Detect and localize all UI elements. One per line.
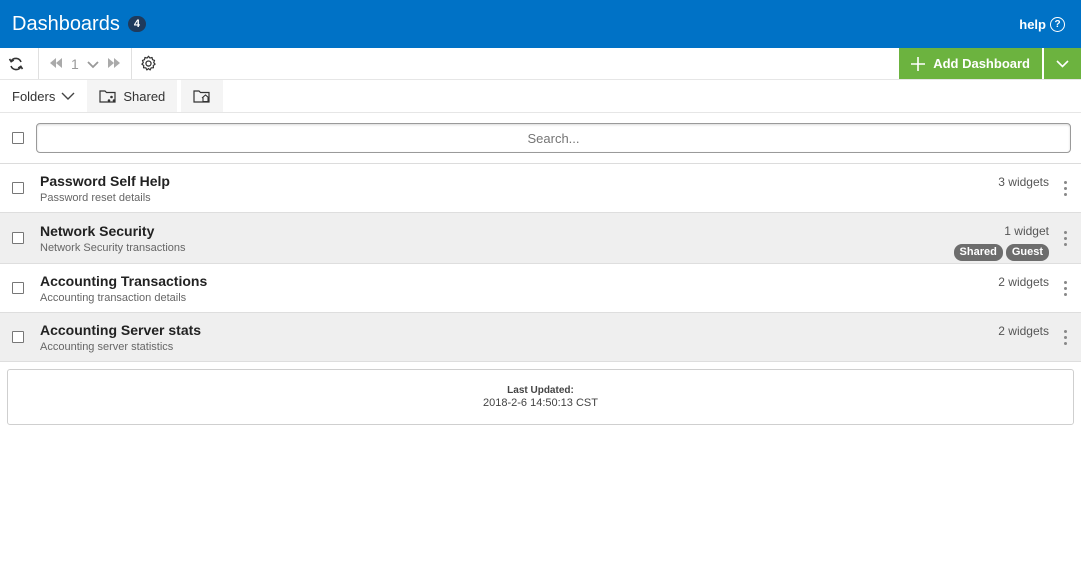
last-updated-label: Last Updated: <box>507 385 574 396</box>
add-dashboard-dropdown-button[interactable] <box>1044 48 1081 79</box>
search-row <box>0 113 1081 164</box>
dashboard-description: Accounting transaction details <box>40 291 187 304</box>
shared-label: Shared <box>123 88 166 104</box>
row-menu-icon[interactable] <box>1049 280 1081 296</box>
last-updated-value: 2018-2-6 14:50:13 CST <box>483 397 598 409</box>
first-page-button[interactable] <box>49 56 63 72</box>
chevron-down-icon <box>61 92 75 100</box>
pager: 1 <box>39 48 131 79</box>
app-header: Dashboards 4 help ? <box>0 0 1081 48</box>
refresh-button[interactable] <box>0 48 32 79</box>
row-checkbox[interactable] <box>12 282 24 294</box>
row-menu-icon[interactable] <box>1049 329 1081 345</box>
help-icon: ? <box>1050 16 1065 32</box>
last-page-button[interactable] <box>107 56 121 72</box>
double-left-icon <box>50 57 62 68</box>
widget-count: 2 widgets <box>998 275 1049 289</box>
page-title-group: Dashboards 4 <box>12 13 146 36</box>
row-menu-icon[interactable] <box>1049 230 1081 246</box>
dashboard-row[interactable]: Network Security Network Security transa… <box>0 213 1081 264</box>
guest-badge: Guest <box>1005 244 1049 261</box>
home-folder-icon <box>193 89 210 103</box>
row-checkbox[interactable] <box>12 182 24 194</box>
folder-bar: Folders Shared <box>0 80 1081 113</box>
dashboard-description: Accounting server statistics <box>40 340 174 353</box>
shared-folder-icon <box>99 89 116 103</box>
dashboard-row[interactable]: Accounting Transactions Accounting trans… <box>0 264 1081 313</box>
dashboard-row[interactable]: Accounting Server stats Accounting serve… <box>0 313 1081 362</box>
row-menu-icon[interactable] <box>1049 180 1081 196</box>
search-input[interactable] <box>36 123 1071 153</box>
last-updated-panel: Last Updated: 2018-2-6 14:50:13 CST <box>7 369 1074 425</box>
dashboard-count-badge: 4 <box>127 16 146 32</box>
gear-icon <box>141 55 157 71</box>
row-checkbox[interactable] <box>12 331 24 343</box>
settings-button[interactable] <box>132 48 166 79</box>
shared-folder-button[interactable]: Shared <box>87 80 178 112</box>
add-dashboard-button[interactable]: Add Dashboard <box>899 48 1042 79</box>
home-folder-button[interactable] <box>181 80 224 112</box>
widget-count: 1 widget <box>1004 224 1049 238</box>
dashboard-name[interactable]: Network Security <box>40 223 954 239</box>
dashboard-name[interactable]: Accounting Server stats <box>40 322 998 338</box>
row-checkbox[interactable] <box>12 232 24 244</box>
chevron-down-icon <box>1056 59 1069 68</box>
folders-label: Folders <box>12 88 56 104</box>
help-label: help <box>1019 16 1046 32</box>
widget-count: 3 widgets <box>998 175 1049 189</box>
dashboard-list: Password Self Help Password reset detail… <box>0 164 1081 362</box>
page-select-button[interactable] <box>87 56 99 72</box>
toolbar: 1 Add Dashboard <box>0 48 1081 80</box>
page-number[interactable]: 1 <box>71 56 79 72</box>
dashboard-description: Password reset details <box>40 191 151 204</box>
select-all-checkbox[interactable] <box>12 132 24 144</box>
shared-badge: Shared <box>953 244 1003 261</box>
widget-count: 2 widgets <box>998 324 1049 338</box>
plus-icon <box>911 56 926 71</box>
dashboard-name[interactable]: Accounting Transactions <box>40 273 998 289</box>
dashboard-row[interactable]: Password Self Help Password reset detail… <box>0 164 1081 213</box>
add-dashboard-label: Add Dashboard <box>933 56 1030 71</box>
folders-dropdown[interactable]: Folders <box>0 80 87 112</box>
dashboard-name[interactable]: Password Self Help <box>40 173 998 189</box>
chevron-down-icon <box>87 60 99 68</box>
page-title: Dashboards <box>12 12 120 35</box>
badge-group: Shared Guest <box>953 244 1049 261</box>
dashboard-description: Network Security transactions <box>40 241 186 254</box>
help-link[interactable]: help ? <box>1019 16 1065 32</box>
refresh-icon <box>8 57 24 70</box>
double-right-icon <box>107 57 120 68</box>
